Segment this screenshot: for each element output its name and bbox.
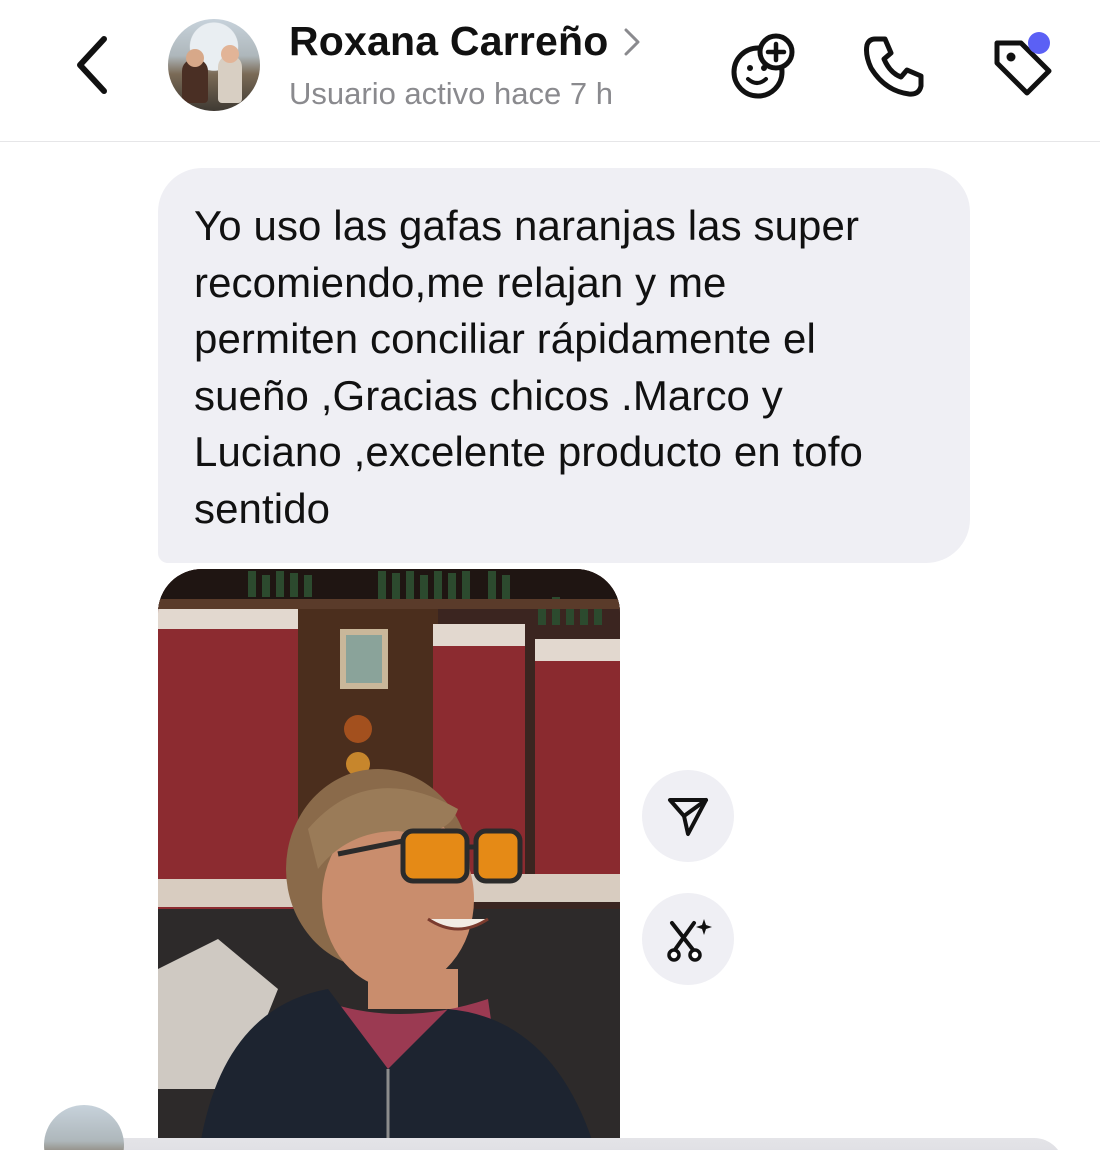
next-message-bubble[interactable] <box>44 1138 1064 1150</box>
contact-name: Roxana Carreño <box>289 18 609 64</box>
back-button[interactable] <box>62 30 122 100</box>
sender-avatar <box>44 1105 124 1150</box>
tag-button[interactable] <box>986 30 1058 102</box>
chat-screen: Roxana Carreño Usuario activo hace 7 h Y… <box>0 0 1100 1150</box>
woman-with-orange-glasses-photo <box>158 569 620 1150</box>
voice-call-button[interactable] <box>858 30 930 102</box>
add-friend-face-icon <box>731 33 795 99</box>
magic-edit-button[interactable] <box>642 893 734 985</box>
chat-header: Roxana Carreño Usuario activo hace 7 h <box>0 0 1100 142</box>
message-bubble[interactable]: Yo uso las gafas naranjas las super reco… <box>158 168 970 563</box>
chevron-left-icon <box>77 36 107 94</box>
phone-icon <box>864 36 924 97</box>
share-send-icon <box>668 798 708 836</box>
message-text: Yo uso las gafas naranjas las super reco… <box>194 202 863 532</box>
contact-name-row[interactable]: Roxana Carreño <box>289 18 645 65</box>
active-status: Usuario activo hace 7 h <box>289 76 613 111</box>
notification-dot <box>1028 32 1050 54</box>
contact-avatar[interactable] <box>168 19 260 111</box>
add-friend-face-button[interactable] <box>728 30 800 102</box>
message-photo[interactable] <box>158 569 620 1150</box>
chevron-right-icon <box>623 22 645 62</box>
share-button[interactable] <box>642 770 734 862</box>
magic-edit-icon <box>667 919 712 962</box>
